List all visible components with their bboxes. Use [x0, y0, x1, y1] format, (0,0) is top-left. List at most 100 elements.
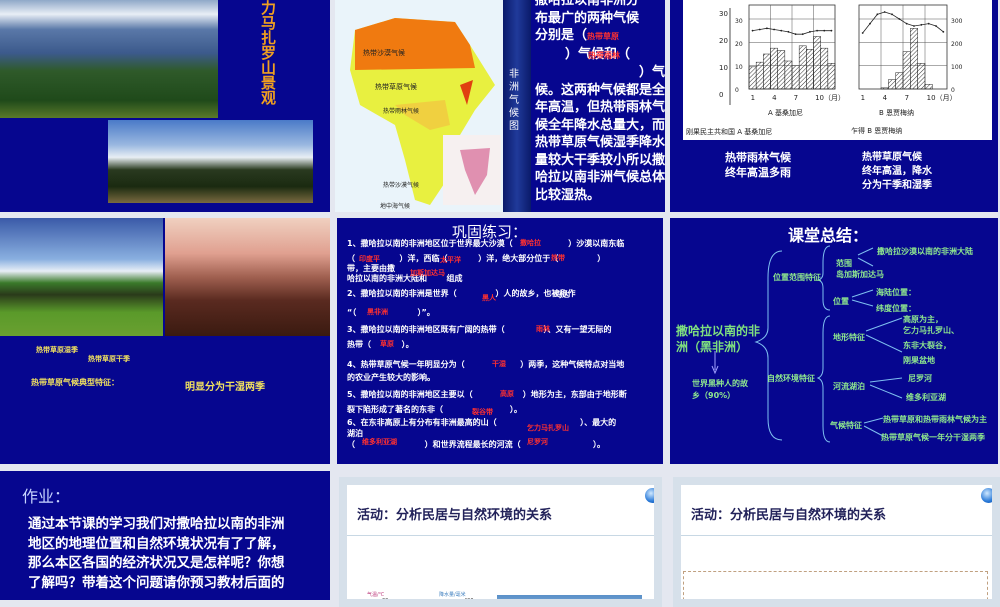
feature-label: 热带草原气候典型特征：: [31, 378, 119, 387]
slide-title: 活动：分析民居与自然环境的关系: [691, 508, 887, 523]
axis-label-temperature: 气温/℃: [367, 592, 385, 598]
desc-b-line: 热带草原气候: [862, 152, 922, 163]
text-line: 候。这两种气候都是全年高温，但热带雨林气候全年降水总量大，而热带草原气候湿季降水…: [535, 82, 665, 203]
desc-b-line: 终年高温，降水: [862, 166, 932, 177]
exercise-line: 的农业产生较大的影响。: [347, 373, 435, 382]
desc-b-line: 分为干季和湿季: [862, 180, 932, 191]
exercise-line: 哈拉以南的非洲大陆和 组成: [347, 274, 463, 283]
text-line: 撒哈拉以南非洲分: [535, 0, 640, 8]
chart-a-temp-point: [787, 30, 790, 33]
chart-a-month-label: 1: [751, 94, 755, 102]
title-underline: [681, 535, 992, 536]
chart-a-precip-bar: [827, 63, 836, 90]
chart-b-precip-bar: [917, 63, 926, 90]
caption-a: 刚果民主共和国 A 基桑加尼: [686, 128, 773, 136]
chart-b-temp-point: [927, 22, 930, 25]
chart-b-temp-point: [898, 18, 901, 20]
map-label: 热带草原气候: [375, 83, 417, 91]
chart-grid: [388, 602, 462, 607]
exercise-line: 3、撒哈拉以南的非洲地区既有广阔的热带（ ）、又有一望无际的: [347, 325, 612, 334]
kilimanjaro-photo-1: [0, 0, 218, 118]
branch-location: 位置范围特征: [773, 273, 821, 282]
chart-a-temp-point: [794, 33, 797, 36]
answer: 黑非洲: [367, 308, 388, 316]
title-underline: [347, 535, 654, 536]
chart-b-temp-point: [869, 22, 871, 25]
map-label: 热带沙漠气候: [383, 182, 420, 189]
location-position-item: 海陆位置：: [876, 288, 916, 297]
slide-text: 撒哈拉以南非洲分 布最广的两种气候 分别是（热带草原 ）气候和（热带雨林 ）气 …: [535, 0, 665, 204]
savanna-wet-season-photo: [0, 218, 163, 336]
slide-thumbnail-3[interactable]: 1 4 7 10（月） 1 4 7 10（月） 0 0 10 10 20 20 30 30 0 100 200 300…: [670, 0, 998, 212]
left-axis-tick: 10: [719, 64, 728, 72]
chart-a-precip-bar: [820, 47, 829, 90]
caption-dry-season: 热带草原干季: [88, 355, 130, 363]
chart-b-precip-bar: [895, 72, 904, 90]
chart-a-temp-point: [780, 29, 783, 32]
branch-environment: 自然环境特征: [767, 374, 815, 383]
left-axis-tick: 30: [719, 10, 728, 18]
chart-a-precip-bar: [748, 66, 757, 90]
chart-a-temp-point: [758, 28, 761, 31]
chart-b-temp-point: [861, 32, 864, 34]
chart-b-temp-point: [883, 11, 886, 13]
map-label: 热带雨林气候: [383, 108, 420, 115]
answer: 高原: [500, 390, 514, 398]
exercise-line: 裂下陷形成了著名的东非（ ）。: [347, 405, 522, 414]
exercise-line: 2、撒哈拉以南的非洲是世界（ ）人的故乡，也被称作: [347, 289, 576, 298]
chart-a-precip-bar: [813, 36, 821, 90]
slide-thumbnail-9[interactable]: 活动：分析民居与自然环境的关系: [673, 477, 1000, 607]
chart-a-axis-tick: 10: [735, 64, 743, 71]
answer: 马达: [555, 291, 569, 299]
answer: 裂谷带: [472, 408, 493, 416]
desc-a-line: 终年高温多雨: [725, 166, 791, 179]
chart-b-precip-bar: [880, 87, 889, 90]
slide-thumbnail-5[interactable]: 巩固练习： 1、撒哈拉以南的非洲地区位于世界最大沙漠（ ）沙漠以南东临（ ）洋，…: [337, 218, 663, 464]
answer: 雨林: [536, 325, 550, 333]
chart-a-temp-point: [830, 29, 833, 32]
answer: 尼罗河: [527, 438, 548, 446]
placeholder-box[interactable]: [683, 571, 988, 599]
slide-thumbnail-4[interactable]: 热带草原湿季 热带草原干季 热带草原气候典型特征： 明显分为干湿两季: [0, 218, 330, 464]
text-line: ）气候和（热带雨林: [535, 46, 665, 65]
left-axis-tick: 20: [719, 37, 728, 45]
chart-b-precip-bar: [902, 51, 911, 90]
slide-title: 作业：: [22, 487, 71, 506]
slide-thumbnail-2[interactable]: 热带沙漠气候 热带草原气候 热带雨林气候 热带沙漠气候 地中海气候 非洲气候图 …: [335, 0, 665, 212]
globe-icon: [645, 488, 654, 503]
chart-a-axis-tick: 30: [735, 18, 743, 25]
slide-thumbnail-6[interactable]: 课堂总结： 撒哈拉以南的非洲（黑非洲） 世界黑种人的故乡（90%） 位置范围特征…: [670, 218, 998, 464]
slide-thumbnail-8[interactable]: 活动：分析民居与自然环境的关系 气温/℃ 降水量/毫米 30 400: [339, 477, 662, 607]
terrain-item: 高原为主，: [903, 315, 943, 324]
axis-label-precip: 降水量/毫米: [439, 592, 466, 598]
climate-chart-figure: 1 4 7 10（月） 1 4 7 10（月） 0 0 10 10 20 20 30 30 0 100 200 300…: [683, 0, 992, 140]
location-range-item: 撒哈拉沙漠以南的非洲大陆: [877, 247, 973, 256]
chart-a-axis-tick: 20: [735, 41, 743, 48]
location-range: 范围: [836, 259, 852, 268]
answer-2: 热带雨林: [588, 50, 621, 60]
side-strip: 非洲气候图: [503, 0, 531, 212]
slide-thumbnail-7[interactable]: 作业： 通过本节课的学习我们对撒哈拉以南的非洲地区的地理位置和自然环境状况有了了…: [0, 471, 330, 600]
river-item: 尼罗河: [908, 374, 932, 383]
chart-b-temp-point: [920, 23, 923, 26]
chart-b-temp-point: [913, 25, 915, 27]
chart-a-temp-point: [816, 29, 818, 32]
climate-charts: 1 4 7 10（月） 1 4 7 10（月）0010 1020 2030300100200300: [719, 4, 963, 105]
chart-a-precip-bar: [798, 45, 807, 90]
chart-a-temp-point: [766, 27, 768, 30]
lake-item: 维多利亚湖: [906, 393, 946, 402]
chart-b-precip-bar: [910, 28, 918, 90]
answer: 太平洋: [440, 256, 461, 264]
chart-b-axis-tick: 100: [951, 64, 963, 71]
answer-1: 热带草原: [587, 32, 620, 41]
exercise-line: 1、撒哈拉以南的非洲地区位于世界最大沙漠（ ）沙漠以南东临: [347, 239, 625, 248]
text-line: ）气: [638, 65, 665, 80]
terrain-item: 东非大裂谷，: [903, 341, 951, 350]
chart-a-precip-bar: [777, 50, 786, 90]
feature-value: 明显分为干湿两季: [185, 382, 265, 393]
slide-thumbnail-1[interactable]: 力马扎罗山景观: [0, 0, 330, 212]
summary-root-note: 世界黑种人的故乡（90%）: [692, 379, 748, 400]
chart-b-month-label: 10（月）: [927, 94, 957, 102]
chart-a-temp-point: [801, 33, 804, 36]
text: 分别是（: [535, 28, 588, 43]
